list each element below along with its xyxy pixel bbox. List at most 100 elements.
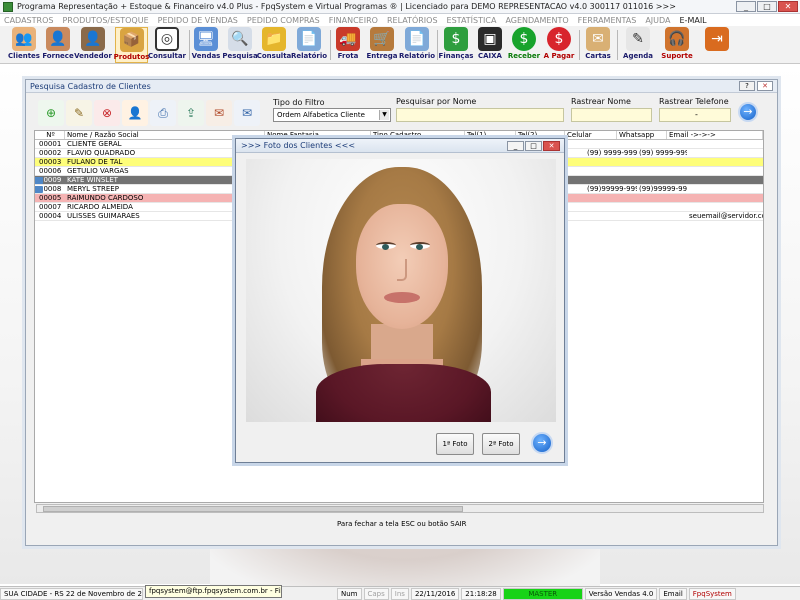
- menu-agendamento[interactable]: AGENDAMENTO: [505, 16, 568, 25]
- first-photo-button[interactable]: 1ª Foto: [436, 433, 474, 455]
- col-num[interactable]: Nº: [35, 131, 65, 139]
- clients-icon: 👥: [12, 27, 36, 51]
- minimize-photo-button[interactable]: _: [507, 141, 524, 151]
- row-celular: (99)99999-9999: [587, 185, 637, 193]
- add-icon[interactable]: ⊕: [38, 100, 64, 126]
- toolbar-label: Produtos: [113, 53, 150, 61]
- row-whatsapp: [637, 140, 687, 148]
- toolbar-consultar[interactable]: ◎ Consultar: [148, 27, 186, 63]
- row-celular: [585, 158, 637, 166]
- menu-pedido-vendas[interactable]: PEDIDO DE VENDAS: [158, 16, 238, 25]
- toolbar-produtos[interactable]: 📦 Produtos: [113, 27, 150, 63]
- toolbar-suporte[interactable]: 🎧 Suporte: [660, 27, 694, 63]
- toolbar-cartas[interactable]: ✉ Cartas: [584, 27, 612, 63]
- row-celular: [585, 203, 637, 211]
- maximize-photo-button[interactable]: □: [525, 141, 542, 151]
- toolbar-clientes[interactable]: 👥 Clientes: [8, 27, 40, 63]
- menu-pedido-compras[interactable]: PEDIDO COMPRAS: [247, 16, 320, 25]
- minimize-button[interactable]: _: [736, 1, 756, 12]
- row-email: seuemail@servidor.com.b: [689, 212, 763, 220]
- agenda-icon: ✎: [626, 27, 650, 51]
- supplier-icon: 👤: [46, 27, 70, 51]
- close-photo-button[interactable]: ✕: [543, 141, 560, 151]
- menu-cadastros[interactable]: CADASTROS: [4, 16, 53, 25]
- toolbar-pesquisa[interactable]: 🔍 Pesquisa: [222, 27, 258, 63]
- toolbar-caixa[interactable]: ▣ CAIXA: [476, 27, 504, 63]
- search-name-input[interactable]: [396, 108, 564, 122]
- track-phone-input[interactable]: -: [659, 108, 731, 122]
- second-photo-button[interactable]: 2ª Foto: [482, 433, 520, 455]
- scroll-thumb[interactable]: [43, 506, 463, 512]
- toolbar-fornece[interactable]: 👤 Fornece: [42, 27, 74, 63]
- col-whatsapp[interactable]: Whatsapp: [617, 131, 667, 139]
- status-ins: Ins: [390, 587, 409, 600]
- status-master: MASTER: [502, 587, 583, 600]
- app-icon: [3, 1, 13, 12]
- toolbar-separator: [617, 30, 618, 60]
- toolbar-entrega[interactable]: 🛒 Entrega: [366, 27, 398, 63]
- row-whatsapp: [637, 194, 687, 202]
- sales-icon: 🖥: [194, 27, 218, 51]
- delete-icon[interactable]: ⊗: [94, 100, 120, 126]
- toolbar-receber[interactable]: $ Receber: [508, 27, 540, 63]
- contacts-icon[interactable]: 👤: [122, 100, 148, 126]
- row-celular: [585, 176, 637, 184]
- maximize-button[interactable]: □: [757, 1, 777, 12]
- toolbar-consulta[interactable]: 📁 Consulta: [256, 27, 292, 63]
- toolbar-sair[interactable]: ⇥: [703, 27, 731, 63]
- taskbar-tooltip: fpqsystem@ftp.fpqsystem.com.br - FileZil…: [145, 585, 282, 598]
- toolbar-label: Clientes: [8, 52, 40, 60]
- toolbar-label: Cartas: [585, 52, 611, 60]
- track-name-input[interactable]: [571, 108, 652, 122]
- toolbar-vendas[interactable]: 🖥 Vendas: [192, 27, 220, 63]
- status-brand: FpqSystem: [688, 587, 736, 600]
- menu-estatistica[interactable]: ESTATÍSTICA: [447, 16, 497, 25]
- print-icon[interactable]: ⎙: [150, 100, 176, 126]
- row-num: 00003: [39, 158, 62, 166]
- menu-ajuda[interactable]: AJUDA: [645, 16, 670, 25]
- toolbar-frota[interactable]: 🚚 Frota: [333, 27, 363, 63]
- horizontal-scrollbar[interactable]: [36, 504, 764, 513]
- row-whatsapp: (99)99999-9999: [639, 185, 687, 193]
- close-button[interactable]: ✕: [778, 1, 798, 12]
- menu-financeiro[interactable]: FINANCEIRO: [329, 16, 378, 25]
- window-title: Programa Representação + Estoque & Finan…: [17, 2, 676, 11]
- export-icon[interactable]: ⇪: [178, 100, 204, 126]
- toolbar-label: Vendas: [191, 52, 221, 60]
- col-celular[interactable]: Celular: [565, 131, 617, 139]
- pay-icon: $: [547, 27, 571, 51]
- toolbar-label: Entrega: [366, 52, 398, 60]
- report-icon: 📄: [297, 27, 321, 51]
- help-button[interactable]: ?: [739, 81, 755, 91]
- search-window-controls: ? ✕: [739, 81, 773, 91]
- send-email-icon[interactable]: ✉: [234, 100, 260, 126]
- status-email[interactable]: Email: [659, 587, 687, 600]
- toolbar-relatorio-2[interactable]: 📄 Relatório: [398, 27, 436, 63]
- toolbar-a-pagar[interactable]: $ A Pagar: [543, 27, 575, 63]
- status-date: 22/11/2016: [410, 587, 460, 600]
- email-icon[interactable]: ✉: [206, 100, 232, 126]
- toolbar-label: Consulta: [256, 52, 292, 60]
- toolbar-agenda[interactable]: ✎ Agenda: [622, 27, 654, 63]
- toolbar-vendedor[interactable]: 👤 Vendedor: [74, 27, 112, 63]
- row-celular: [585, 167, 637, 175]
- close-search-button[interactable]: ✕: [757, 81, 773, 91]
- menu-relatorios[interactable]: RELATÓRIOS: [387, 16, 438, 25]
- photo-eye-right: [410, 242, 430, 250]
- filter-select[interactable]: Ordem Alfabetica Cliente ▼: [273, 108, 391, 122]
- search-go-button[interactable]: →: [738, 102, 758, 122]
- title-bar: Programa Representação + Estoque & Finan…: [0, 0, 800, 14]
- menu-ferramentas[interactable]: FERRAMENTAS: [578, 16, 637, 25]
- arrow-right-icon: →: [743, 105, 753, 118]
- menu-produtos-estoque[interactable]: PRODUTOS/ESTOQUE: [62, 16, 148, 25]
- toolbar-financas[interactable]: $ Finanças: [439, 27, 473, 63]
- col-email[interactable]: Email ->->->: [667, 131, 763, 139]
- search-window-title: Pesquisa Cadastro de Clientes: [26, 80, 777, 93]
- toolbar-relatorio[interactable]: 📄 Relatório: [291, 27, 327, 63]
- photo-next-button[interactable]: →: [531, 432, 553, 454]
- track-phone-label: Rastrear Telefone: [659, 97, 729, 106]
- row-email: [687, 203, 763, 211]
- edit-icon[interactable]: ✎: [66, 100, 92, 126]
- toolbar-label: Relatório: [398, 52, 436, 60]
- menu-email[interactable]: E-MAIL: [680, 16, 707, 25]
